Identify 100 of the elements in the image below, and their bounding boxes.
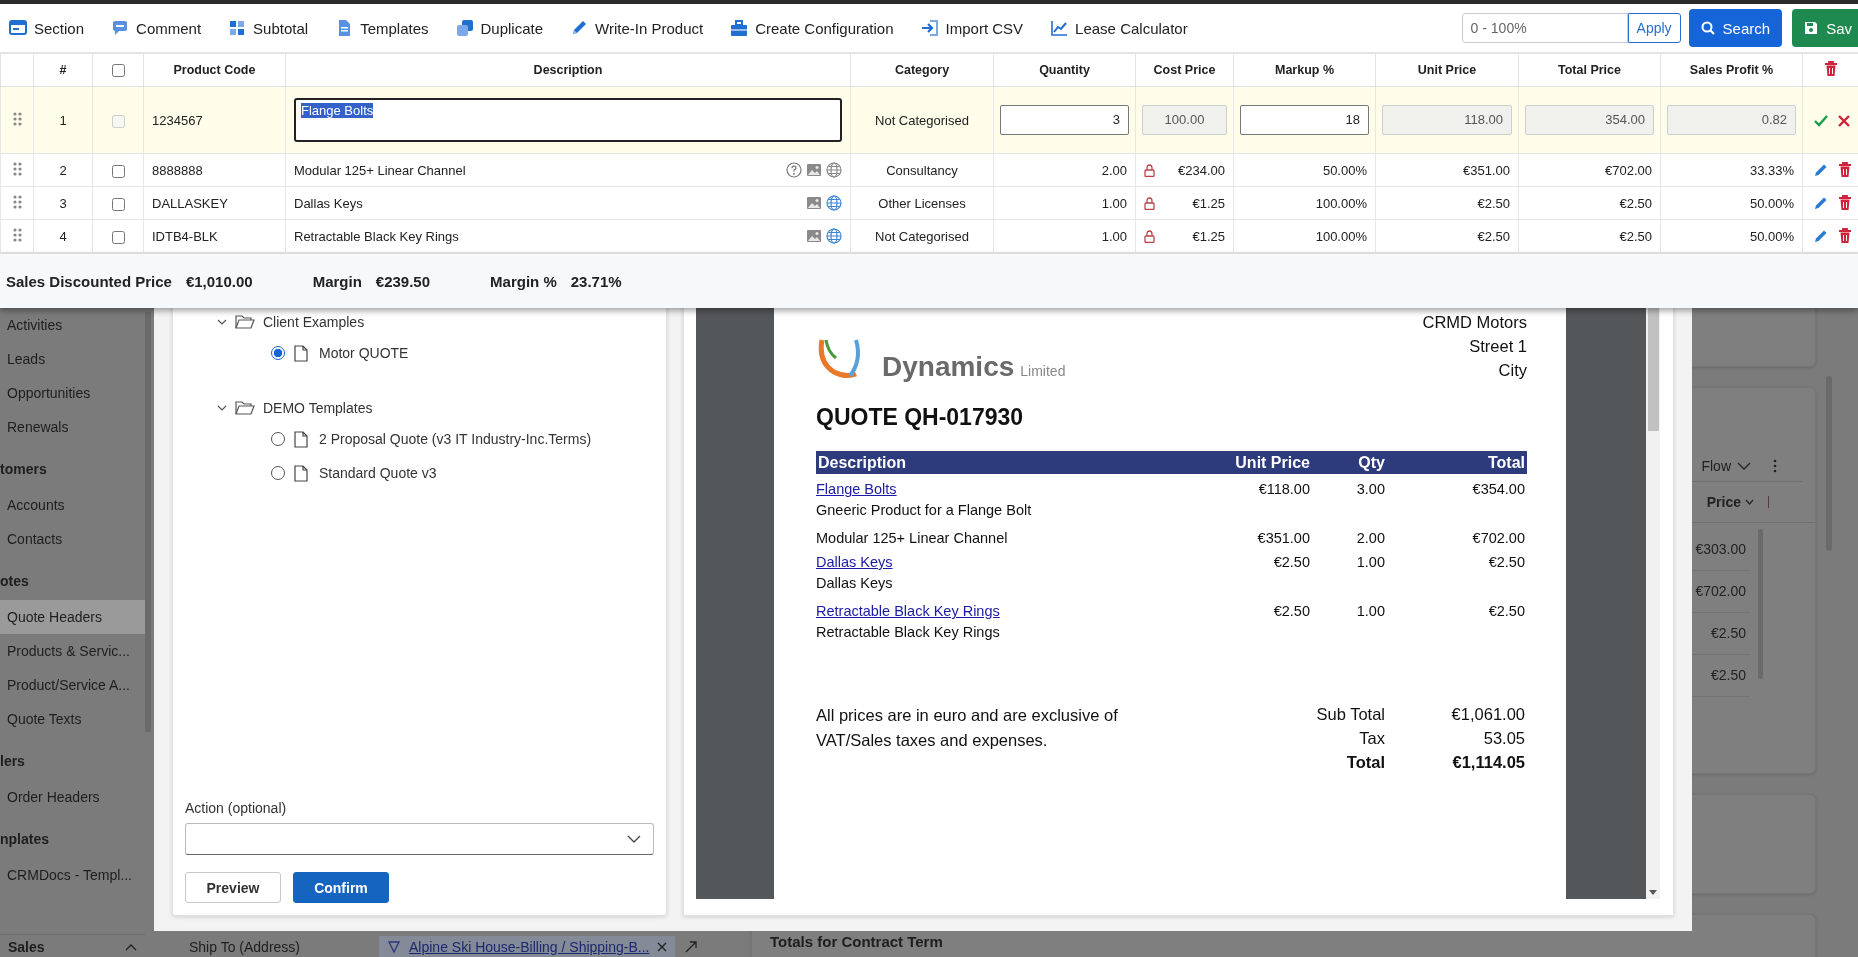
unit-price: €2.50 [1273,554,1310,570]
number-field: 0.82 [1667,105,1796,135]
toolbar-button[interactable]: Write-In Product [561,11,714,45]
row-number: 4 [59,228,67,244]
quantity: 2.00 [1356,530,1385,546]
sidebar-item[interactable]: Products & Servic... [0,634,145,668]
sidebar-item[interactable]: Opportunities [0,376,145,410]
column-header: Description [285,53,851,87]
template-label[interactable]: Standard Quote v3 [319,465,437,481]
sidebar-heading: tomers [0,460,48,479]
cost-price: €234.00 [1178,162,1225,178]
category: Other Licenses [878,195,966,211]
row-number: 3 [59,195,67,211]
toolbar-button[interactable]: Duplicate [446,11,554,45]
total-label: Total [1345,752,1385,773]
quantity: 3.00 [1356,481,1385,497]
category: Not Categorised [875,228,969,244]
column-header: Qty [1312,451,1387,474]
field-label: Ship To (Address) [189,939,301,955]
search-button[interactable]: Search [1688,9,1783,47]
template-label[interactable]: 2 Proposal Quote (v3 IT Industry-Inc.Terms) [319,431,592,447]
line-total: €702.00 [1472,530,1525,546]
summary-value: €239.50 [375,272,431,290]
line-total: €354.00 [1472,481,1525,497]
area-switcher[interactable]: Sales [0,934,145,957]
number-field[interactable]: 3 [1000,105,1129,135]
number-field[interactable]: 18 [1240,105,1369,135]
line-link[interactable]: Retractable Black Key Rings [816,603,1000,619]
template-label[interactable]: Motor QUOTE [319,345,409,361]
summary-value: €1,010.00 [185,272,253,290]
price-cell: €702.00 [1695,583,1746,599]
preview-button[interactable]: Preview [185,872,281,903]
sidebar-item[interactable]: CRMDocs - Templ... [0,858,145,892]
folder-label[interactable]: Client Examples [263,314,365,330]
total-value: 53.05 [1482,728,1525,749]
description: Dallas Keys [294,195,363,211]
toolbar-button[interactable]: Lease Calculator [1041,11,1198,45]
range-field[interactable]: 0 - 100% [1461,13,1628,43]
total-value: €1,114.05 [1451,752,1525,773]
total-price: €2.50 [1619,228,1652,244]
confirm-button[interactable]: Confirm [293,872,389,903]
markup: 50.00% [1322,162,1367,178]
quantity: 1.00 [1356,603,1385,619]
toolbar-button[interactable]: Comment [102,11,212,45]
apply-button[interactable]: Apply [1627,13,1681,43]
unit-price: €2.50 [1477,195,1510,211]
sidebar-item[interactable]: Product/Service A... [0,668,145,702]
column-header: Description [816,451,1212,474]
toolbar-button[interactable]: Create Configuration [721,11,904,45]
unit-price: €118.00 [1258,481,1310,497]
line-link[interactable]: Dallas Keys [816,554,893,570]
line-link[interactable]: Flange Bolts [816,481,897,497]
unit-price: €2.50 [1477,228,1510,244]
card-title: Totals for Contract Term [770,933,943,950]
unit-price: €2.50 [1273,603,1310,619]
toolbar-button[interactable]: Section [0,11,95,45]
quote-title: QUOTE QH-017930 [816,404,1025,431]
line-description: Modular 125+ Linear Channel [816,530,1008,546]
terms-note: All prices are in euro and are exclusive of VAT/Sales taxes and expenses. [816,705,1119,751]
sidebar-item[interactable]: Activities [0,308,145,342]
logo-text: Limited [1020,363,1066,379]
sidebar-item[interactable]: Contacts [0,522,145,556]
summary-value: 23.71% [570,272,622,290]
column-header: Markup % [1233,53,1376,87]
sidebar-item[interactable]: Renewals [0,410,145,444]
quantity: 1.00 [1101,228,1127,244]
total-label: Tax [1358,728,1385,749]
column-header: Cost Price [1135,53,1234,87]
toolbar-button[interactable]: Import CSV [911,11,1034,45]
column-header: Sales Profit % [1660,53,1803,87]
description-field[interactable]: Flange Bolts [294,98,842,142]
save-button[interactable]: Sav [1792,9,1858,47]
total-price: €702.00 [1605,162,1652,178]
sidebar-item[interactable]: Accounts [0,488,145,522]
row-number: 1 [59,112,67,128]
price-cell: €2.50 [1710,667,1746,683]
field-label: Action (optional) [185,800,288,816]
lookup-field[interactable]: Alpine Ski House-Billing / Shipping-B... [379,936,676,957]
column-header: Unit Price [1212,451,1312,474]
column-header: Total Price [1518,53,1661,87]
column-header[interactable]: Price [1706,494,1754,510]
sales-profit: 33.33% [1749,162,1794,178]
sidebar-item[interactable]: Quote Headers [0,600,145,634]
sidebar-item[interactable]: Order Headers [0,780,145,814]
sidebar-item[interactable]: Leads [0,342,145,376]
sidebar-item[interactable]: Quote Texts [0,702,145,736]
logo-text: Dynamics [882,352,1015,382]
view-selector[interactable]: Flow [1701,458,1751,474]
total-price: €2.50 [1619,195,1652,211]
line-detail: Retractable Black Key Rings [816,624,1000,640]
column-header: Quantity [993,53,1136,87]
toolbar-button[interactable]: Templates [326,11,439,45]
price-cell: €303.00 [1695,541,1746,557]
number-field: 100.00 [1142,105,1227,135]
column-header: Unit Price [1375,53,1519,87]
column-header: # [33,53,93,87]
quantity: 1.00 [1101,195,1127,211]
lookup-link[interactable]: Alpine Ski House-Billing / Shipping-B... [409,939,650,955]
folder-label[interactable]: DEMO Templates [263,400,373,416]
toolbar-button[interactable]: Subtotal [219,11,319,45]
